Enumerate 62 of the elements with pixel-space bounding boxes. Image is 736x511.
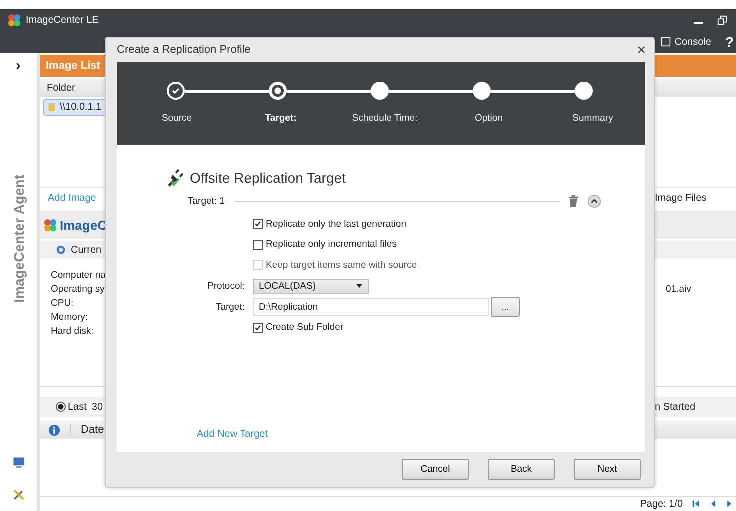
target-heading: Target: 1: [188, 196, 225, 207]
step-label: Source: [162, 113, 192, 124]
globe-icon: [56, 245, 66, 255]
image-list-title: Image List: [46, 60, 100, 72]
browse-button[interactable]: ...: [491, 297, 520, 317]
info-label: CPU:: [51, 298, 75, 311]
checkbox-label: Keep target items same with source: [266, 260, 418, 271]
info-label: Hard disk:: [51, 326, 95, 339]
step-label: Option: [475, 113, 503, 124]
folder-icon: [48, 102, 56, 113]
started-column-header: n Started: [655, 402, 697, 412]
checkbox-label: Replicate only the last generation: [266, 218, 406, 230]
step-label: Summary: [572, 113, 614, 124]
dialog-button[interactable]: Cancel: [402, 459, 469, 480]
target-label: Target:: [216, 302, 245, 312]
step-label: Target:: [265, 113, 297, 124]
help-button[interactable]: ?: [725, 34, 734, 50]
close-button[interactable]: ×: [637, 42, 646, 58]
collapse-icon[interactable]: [588, 195, 601, 208]
checkbox[interactable]: [253, 219, 263, 230]
app-title: ImageCenter LE: [26, 14, 99, 26]
protocol-label: Protocol:: [208, 280, 245, 292]
info-label: Memory:: [51, 312, 89, 325]
tools-icon[interactable]: [12, 488, 26, 502]
app-logo-icon: [8, 14, 21, 26]
add-new-target-link[interactable]: Add New Target: [197, 429, 268, 440]
folder-header: Folder: [47, 82, 76, 94]
info-label: Computer na: [51, 270, 105, 283]
current-tab-label: Curren: [71, 244, 102, 256]
count-field[interactable]: 30: [88, 400, 106, 414]
date-header: Date: [70, 424, 104, 436]
checkbox[interactable]: [253, 322, 263, 333]
last-radio[interactable]: [56, 402, 66, 412]
protocol-dropdown[interactable]: LOCAL(DAS): [253, 278, 369, 294]
agent-logo-icon: [44, 218, 57, 232]
console-icon[interactable]: [660, 37, 671, 47]
previous-page-icon[interactable]: [709, 500, 717, 508]
dropdown-caret-icon: [356, 284, 363, 288]
page-indicator: Page: 1/0: [640, 498, 683, 510]
dialog-title: Create a Replication Profile: [117, 44, 251, 56]
console-button[interactable]: Console: [674, 36, 712, 48]
first-page-icon[interactable]: [692, 500, 700, 508]
checkbox-label: Create Sub Folder: [266, 322, 344, 334]
section-title: Offsite Replication Target: [190, 170, 346, 186]
restore-icon[interactable]: [717, 14, 728, 26]
last-radio-label: Last: [68, 402, 87, 412]
info-label: Operating sy: [51, 284, 105, 297]
checkbox-label: Replicate only incremental files: [266, 239, 397, 250]
dialog-button[interactable]: Next: [574, 459, 641, 480]
next-page-icon[interactable]: [726, 500, 734, 508]
info-icon: [49, 424, 60, 436]
expand-button[interactable]: ›: [16, 57, 21, 73]
monitor-icon[interactable]: [12, 456, 26, 470]
target-path-field[interactable]: D:\Replication: [253, 298, 489, 316]
image-file-name: 01.aiv: [666, 284, 692, 297]
agent-panel-label: ImageCenter Agent: [10, 175, 26, 303]
checkbox[interactable]: [253, 240, 263, 250]
image-files-header: Image Files: [655, 192, 708, 204]
trash-icon[interactable]: [568, 195, 579, 208]
step-label: Schedule Time:: [352, 113, 418, 124]
agent-logo-text: ImageC: [60, 218, 107, 232]
dialog-button[interactable]: Back: [488, 459, 555, 480]
